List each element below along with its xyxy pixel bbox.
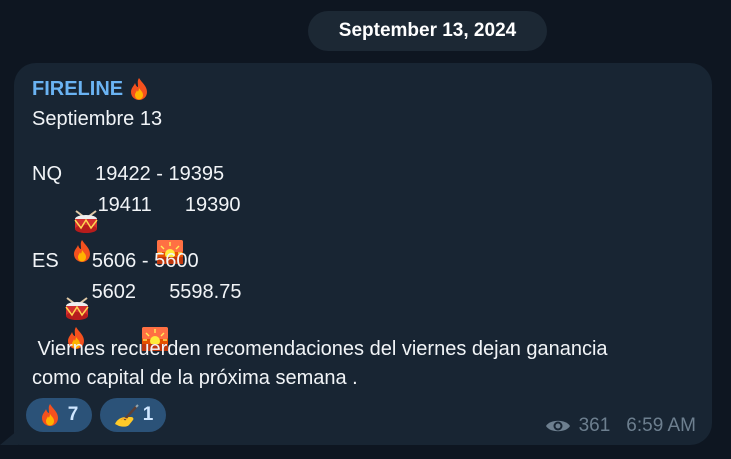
message-body-line-1: Viernes recuerden recomendaciones del vi… — [32, 338, 608, 360]
nq-sunset-value: 19390 — [184, 193, 241, 216]
es-range-line: ES 5606 - 5600 — [32, 250, 199, 320]
es-label: ES — [32, 250, 59, 272]
message-sender[interactable]: FIRELINE — [32, 77, 149, 101]
drum-icon — [73, 164, 98, 233]
fire-icon — [72, 193, 92, 262]
message-body-line-2: como capital de la próxima semana . — [32, 367, 358, 389]
es-sunset-value: 5598.75 — [169, 280, 242, 303]
bubble-tail — [0, 430, 18, 445]
drum-icon — [64, 251, 89, 320]
nq-range-line: NQ 19422 - 19395 — [32, 163, 225, 233]
eye-icon — [545, 417, 571, 435]
view-count: 361 — [578, 415, 611, 436]
message-time: 6:59 AM — [626, 415, 696, 436]
sunset-icon — [141, 281, 168, 351]
message-meta: 361 6:59 AM — [545, 415, 696, 437]
fire-icon — [129, 77, 149, 101]
reaction-count: 1 — [142, 404, 154, 425]
es-range: 5606 - 5600 — [91, 250, 199, 272]
reaction-fire[interactable]: 7 — [26, 398, 92, 432]
sunset-icon — [157, 194, 184, 264]
reaction-count: 7 — [67, 404, 79, 425]
sender-name[interactable]: FIRELINE — [32, 78, 123, 101]
nq-fire-value: 19411 — [97, 193, 152, 216]
date-line: Septiembre 13 — [32, 108, 163, 130]
date-label: September 13, 2024 — [338, 20, 517, 41]
nq-range: 19422 - 19395 — [95, 163, 225, 185]
es-fire-value: 5602 — [91, 280, 137, 303]
reaction-writing-hand[interactable]: 1 — [100, 398, 166, 432]
message-bubble[interactable]: FIRELINE Septiembre 13 NQ 19422 - 19395 — [14, 63, 712, 445]
nq-label: NQ — [32, 163, 62, 185]
fire-icon — [66, 280, 86, 349]
es-levels-line: 5602 5598.75 — [66, 280, 242, 351]
fire-icon — [40, 403, 60, 427]
date-separator: September 13, 2024 — [308, 11, 547, 51]
writing-hand-icon — [113, 404, 139, 427]
nq-levels-line: 19411 19390 — [72, 193, 241, 264]
